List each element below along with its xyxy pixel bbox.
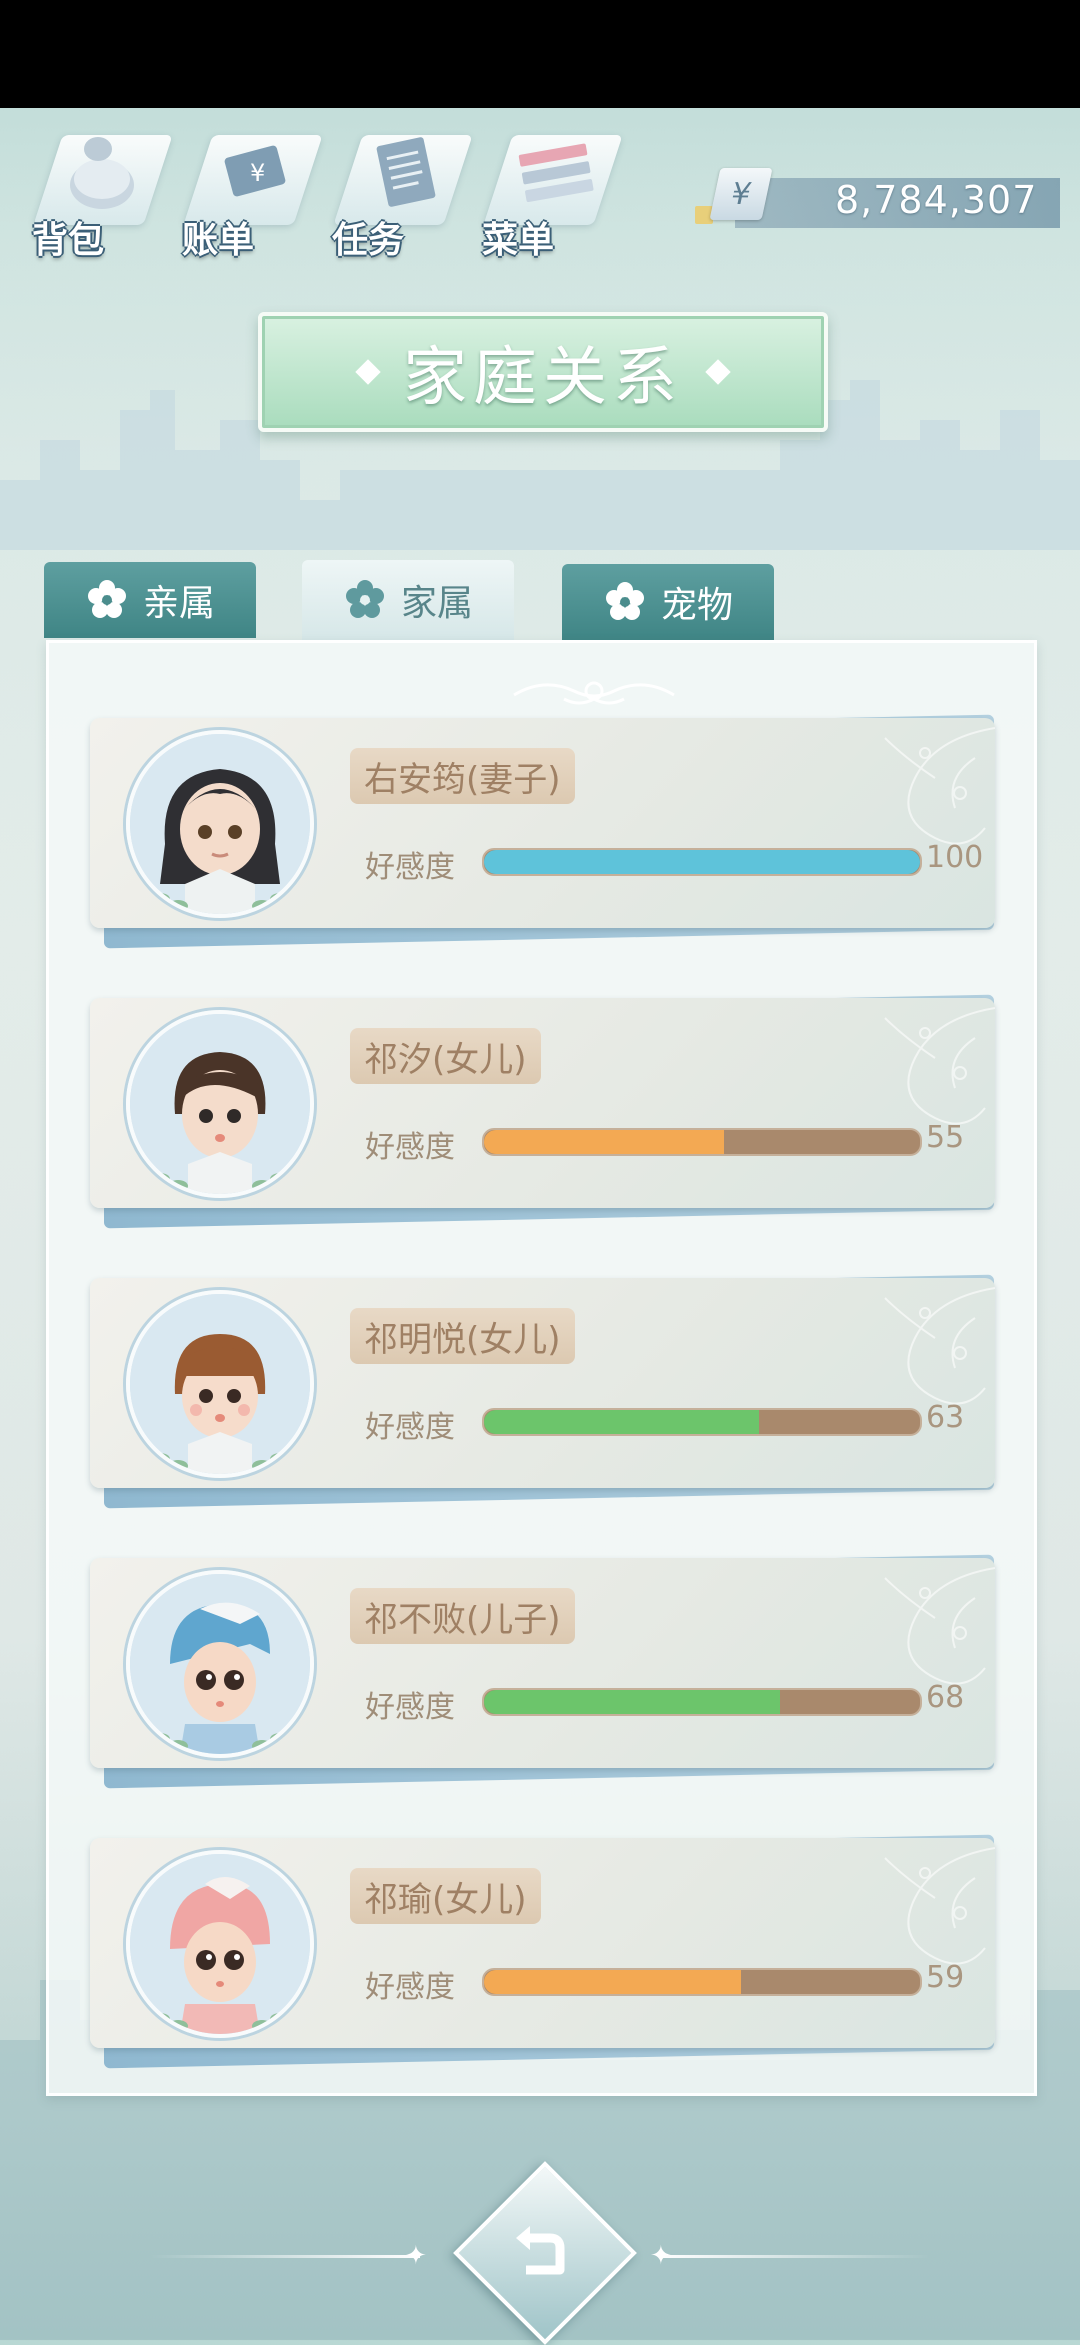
affinity-fill [484, 850, 920, 874]
tab-relatives[interactable]: 亲属 [44, 562, 256, 638]
girl-avatar [130, 1014, 310, 1194]
task-label: 任务 [332, 220, 405, 261]
floral-corner-icon [884, 1007, 995, 1125]
bill-icon: ¥ [224, 145, 286, 197]
diamond-icon [355, 359, 381, 385]
task-icon [376, 137, 436, 207]
top-navigation: 背包 ¥ 账单 任务 菜单 [20, 115, 640, 265]
flower-icon [345, 580, 384, 618]
sparkle-icon: ✦ [650, 2241, 672, 2271]
avatar [126, 1010, 314, 1198]
menu-icon [518, 143, 594, 203]
bill-label: 账单 [182, 220, 255, 261]
affinity-fill [484, 1970, 742, 1994]
member-card-2[interactable]: 祁明悦(女儿) 好感度 63 [90, 1274, 995, 1509]
menu-label: 菜单 [482, 220, 555, 261]
bottom-bar: ✦ ✦ [0, 2161, 1080, 2345]
affinity-value: 55 [926, 1120, 965, 1155]
member-card-1[interactable]: 祁汐(女儿) 好感度 55 [90, 994, 995, 1229]
return-arrow-icon [516, 2226, 565, 2275]
member-name: 祁瑜(女儿) [350, 1868, 541, 1924]
child-avatar [130, 1294, 310, 1474]
status-bar [0, 0, 1080, 108]
svg-text:¥: ¥ [250, 159, 265, 187]
flower-icon [87, 580, 126, 618]
affinity-fill [484, 1410, 759, 1434]
menu-button[interactable]: 菜单 [470, 115, 623, 265]
member-name: 祁汐(女儿) [350, 1028, 541, 1084]
affinity-label: 好感度 [365, 1690, 455, 1725]
task-button[interactable]: 任务 [320, 115, 473, 265]
card-face: 祁明悦(女儿) 好感度 63 [90, 1278, 995, 1488]
tab-family[interactable]: 家属 [302, 560, 514, 640]
sparkle-icon: ✦ [405, 2241, 427, 2271]
currency-symbol: ¥ [727, 176, 755, 212]
avatar [126, 1290, 314, 1478]
affinity-bar [482, 848, 922, 876]
diamond-icon [705, 359, 731, 385]
decor-line [660, 2255, 930, 2258]
affinity-value: 59 [926, 1960, 965, 1995]
affinity-label: 好感度 [365, 1410, 455, 1445]
floral-corner-icon [884, 1287, 995, 1405]
decor-line [150, 2255, 420, 2258]
flower-icon [605, 582, 644, 620]
ornament-icon [513, 681, 675, 705]
affinity-label: 好感度 [365, 850, 455, 885]
affinity-bar [482, 1408, 922, 1436]
member-card-4[interactable]: 祁瑜(女儿) 好感度 59 [90, 1834, 995, 2069]
title-banner: 家庭关系 [258, 312, 828, 432]
avatar [126, 1570, 314, 1758]
money-value: 8,784,307 [835, 178, 1038, 222]
card-face: 右安筠(妻子) 好感度 100 [90, 718, 995, 928]
member-name: 祁明悦(女儿) [350, 1308, 575, 1364]
affinity-bar [482, 1128, 922, 1156]
member-card-0[interactable]: 右安筠(妻子) 好感度 100 [90, 714, 995, 949]
affinity-value: 68 [926, 1680, 965, 1715]
card-face: 祁汐(女儿) 好感度 55 [90, 998, 995, 1208]
affinity-label: 好感度 [365, 1130, 455, 1165]
member-card-3[interactable]: 祁不败(儿子) 好感度 68 [90, 1554, 995, 1789]
affinity-bar [482, 1968, 922, 1996]
tab-bar: 亲属 家属 宠物 [44, 560, 1044, 640]
affinity-label: 好感度 [365, 1970, 455, 2005]
floral-corner-icon [884, 1567, 995, 1685]
affinity-fill [484, 1130, 724, 1154]
bill-button[interactable]: ¥ 账单 [170, 115, 323, 265]
baby-penguin-avatar [130, 1574, 310, 1754]
avatar [126, 730, 314, 918]
affinity-value: 63 [926, 1400, 965, 1435]
tab-pets[interactable]: 宠物 [562, 564, 774, 640]
baby-flamingo-avatar [130, 1854, 310, 2034]
affinity-value: 100 [926, 840, 984, 875]
floral-corner-icon [884, 1847, 995, 1965]
yuan-icon: ¥ [709, 168, 773, 220]
card-face: 祁瑜(女儿) 好感度 59 [90, 1838, 995, 2048]
page-title: 家庭关系 [403, 341, 683, 415]
money-display: ¥ 8,784,307 [695, 168, 1060, 230]
avatar [126, 1850, 314, 2038]
affinity-fill [484, 1690, 781, 1714]
floral-corner-icon [884, 727, 995, 845]
tab-family-label: 家属 [400, 583, 473, 624]
affinity-bar [482, 1688, 922, 1716]
backpack-icon [70, 137, 134, 209]
backpack-button[interactable]: 背包 [20, 115, 173, 265]
card-face: 祁不败(儿子) 好感度 68 [90, 1558, 995, 1768]
member-name: 右安筠(妻子) [350, 748, 575, 804]
member-name: 祁不败(儿子) [350, 1588, 575, 1644]
tab-pets-label: 宠物 [660, 585, 733, 626]
backpack-label: 背包 [32, 220, 105, 261]
tab-relatives-label: 亲属 [142, 583, 215, 624]
woman-avatar [130, 734, 310, 914]
